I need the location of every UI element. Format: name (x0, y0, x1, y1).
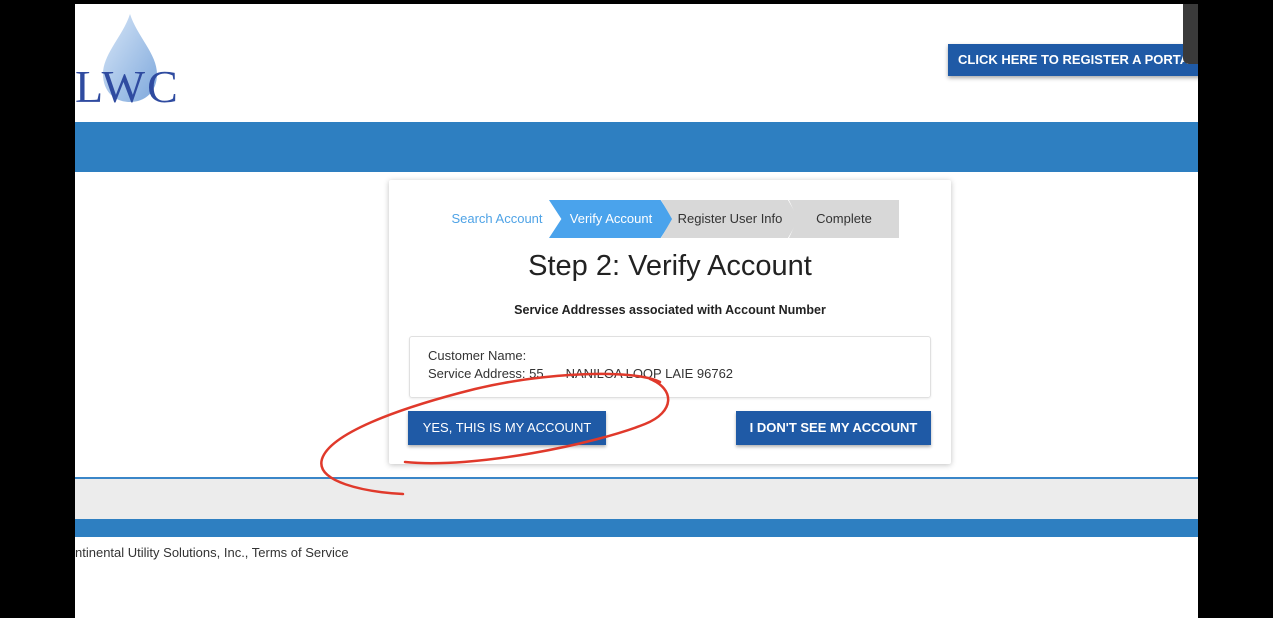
footer-copyright: ntinental Utility Solutions, Inc., Terms… (75, 545, 349, 560)
lwc-logo[interactable]: LWC (75, 14, 215, 112)
page-subtitle: Service Addresses associated with Accoun… (514, 303, 826, 317)
step-complete: Complete (789, 200, 899, 238)
overlay-shade (1183, 4, 1198, 64)
register-portal-button[interactable]: CLICK HERE TO REGISTER A PORTA (948, 44, 1198, 76)
service-address-row: Service Address: 55 NANILOA LOOP LAIE 967… (428, 365, 912, 383)
account-result: Customer Name: Service Address: 55 NANILO… (409, 336, 931, 398)
step-search-account[interactable]: Search Account (439, 200, 555, 238)
confirm-account-button[interactable]: YES, THIS IS MY ACCOUNT (408, 411, 606, 445)
grey-band (75, 479, 1198, 519)
right-letterbox (1198, 0, 1273, 618)
header-band (75, 122, 1198, 172)
page-title: Step 2: Verify Account (528, 250, 812, 282)
verify-account-card: Search Account Verify Account Register U… (389, 180, 951, 464)
footer-band (75, 519, 1198, 537)
customer-name-label: Customer Name: (428, 348, 527, 363)
service-address-value: NANILOA LOOP LAIE 96762 (565, 366, 734, 381)
logo-text: LWC (75, 61, 180, 112)
step-register-user-info: Register User Info (661, 200, 799, 238)
portal-page: LWC CLICK HERE TO REGISTER A PORTA Searc… (75, 4, 1198, 618)
left-letterbox (0, 0, 75, 618)
service-address-label: Service Address: 55 (428, 366, 544, 381)
step-verify-account: Verify Account (549, 200, 673, 238)
wizard-steps: Search Account Verify Account Register U… (439, 200, 899, 238)
account-not-found-button[interactable]: I DON'T SEE MY ACCOUNT (736, 411, 931, 445)
